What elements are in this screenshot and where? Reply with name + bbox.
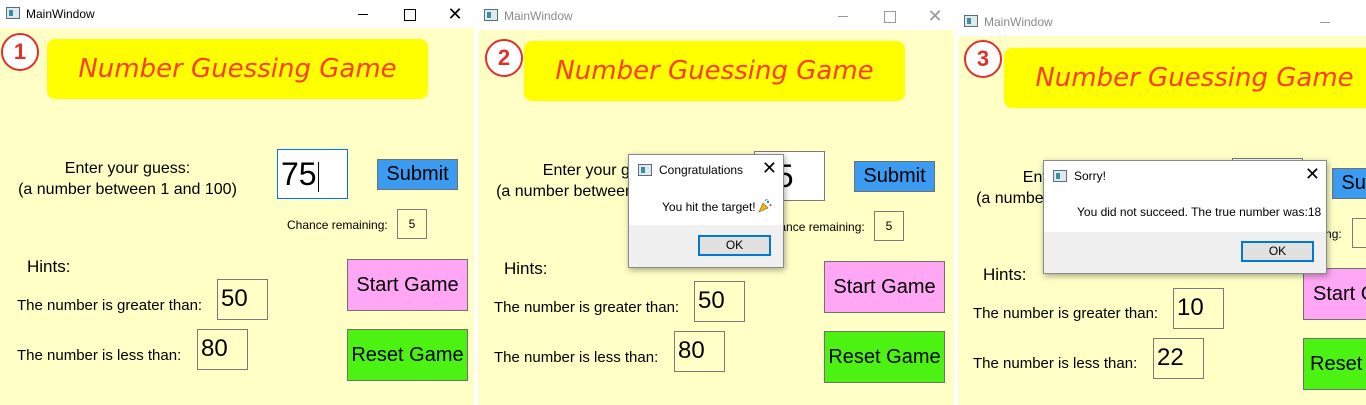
maximize-button[interactable] [866, 2, 912, 30]
minimize-button[interactable] [820, 2, 866, 30]
less-than-label: The number is less than: [973, 355, 1138, 372]
chance-remaining-label: Chance remaining: [287, 218, 388, 232]
window-title: MainWindow [504, 9, 573, 23]
start-game-button[interactable]: Start Game [347, 259, 468, 311]
less-than-label: The number is less than: [17, 347, 182, 364]
dialog-title: Congratulations [659, 163, 744, 177]
sorry-dialog: Sorry! ✕ You did not succeed. The true n… [1043, 160, 1327, 274]
dialog-title: Sorry! [1074, 169, 1107, 183]
step-marker: 2 [485, 39, 523, 77]
dialog-body: You hit the target! [629, 185, 783, 225]
guess-prompt-line1: Enter your guess: [64, 160, 191, 177]
chance-remaining-value: 5 [874, 211, 904, 241]
app-icon [638, 164, 652, 176]
dialog-ok-button[interactable]: OK [698, 235, 771, 256]
dialog-close-button[interactable]: ✕ [1305, 164, 1320, 185]
app-icon [964, 15, 978, 27]
dialog-message-text: You hit the target! [662, 200, 756, 214]
dialog-title-bar[interactable]: Congratulations ✕ [629, 155, 783, 185]
title-bar[interactable]: MainWindow ✕ [478, 2, 954, 30]
start-game-button[interactable]: Start Game [824, 261, 945, 313]
hints-label: Hints: [504, 259, 548, 278]
window-title: MainWindow [984, 15, 1053, 29]
chance-remaining-value [1352, 218, 1366, 248]
app-icon [1053, 170, 1067, 182]
app-icon [6, 7, 20, 19]
maximize-button[interactable] [386, 0, 432, 28]
guess-input-value: 75 [281, 156, 317, 192]
less-than-value: 80 [197, 329, 248, 370]
dialog-body: You did not succeed. The true number was… [1044, 191, 1326, 232]
main-window-1: MainWindow ✕ 1 Number Guessing Game Ente… [0, 0, 474, 405]
dialog-message: You did not succeed. The true number was… [1077, 205, 1322, 219]
text-caret [317, 161, 319, 192]
greater-than-value: 50 [694, 281, 745, 322]
submit-button[interactable]: Submit [377, 159, 458, 190]
game-title-banner: Number Guessing Game [47, 39, 428, 99]
less-than-label: The number is less than: [494, 349, 659, 366]
step-marker: 3 [964, 40, 1002, 78]
reset-game-button[interactable]: Reset Game [1303, 338, 1366, 390]
close-button[interactable]: ✕ [432, 0, 474, 28]
greater-than-label: The number is greater than: [17, 297, 203, 314]
congratulations-dialog: Congratulations ✕ You hit the target! OK [628, 154, 784, 268]
chance-remaining-value: 5 [397, 209, 427, 239]
party-popper-icon [758, 199, 772, 213]
title-bar[interactable]: MainWindow ✕ [0, 0, 474, 28]
less-than-value: 80 [674, 331, 725, 372]
greater-than-value: 50 [217, 279, 268, 320]
minimize-button[interactable] [340, 0, 386, 28]
dialog-title-bar[interactable]: Sorry! ✕ [1044, 161, 1326, 191]
less-than-value: 22 [1153, 338, 1204, 379]
greater-than-value: 10 [1173, 288, 1224, 329]
greater-than-label: The number is greater than: [494, 299, 680, 316]
dialog-ok-button[interactable]: OK [1241, 241, 1314, 262]
submit-button[interactable]: Submit [854, 161, 935, 192]
hints-label: Hints: [983, 265, 1027, 284]
submit-button[interactable]: Submit [1332, 168, 1366, 199]
game-title-banner: Number Guessing Game [524, 41, 905, 101]
title-bar[interactable]: MainWindow [958, 8, 1366, 36]
reset-game-button[interactable]: Reset Game [347, 329, 468, 381]
guess-prompt: Enter your guess: (a number between 1 an… [5, 160, 250, 199]
close-button[interactable]: ✕ [912, 2, 954, 30]
guess-prompt-line2: (a number between 1 and 100) [18, 181, 237, 198]
reset-game-button[interactable]: Reset Game [824, 331, 945, 383]
game-title-banner: Number Guessing Game [1004, 48, 1366, 108]
app-icon [484, 9, 498, 21]
dialog-close-button[interactable]: ✕ [762, 158, 777, 179]
start-game-button[interactable]: Start Game [1303, 268, 1366, 320]
guess-input[interactable]: 75 [277, 149, 348, 199]
minimize-button[interactable] [1302, 8, 1348, 36]
hints-label: Hints: [27, 257, 71, 276]
greater-than-label: The number is greater than: [973, 305, 1159, 322]
step-marker: 1 [1, 33, 39, 71]
window-title: MainWindow [26, 7, 95, 21]
dialog-message: You hit the target! [662, 199, 772, 214]
